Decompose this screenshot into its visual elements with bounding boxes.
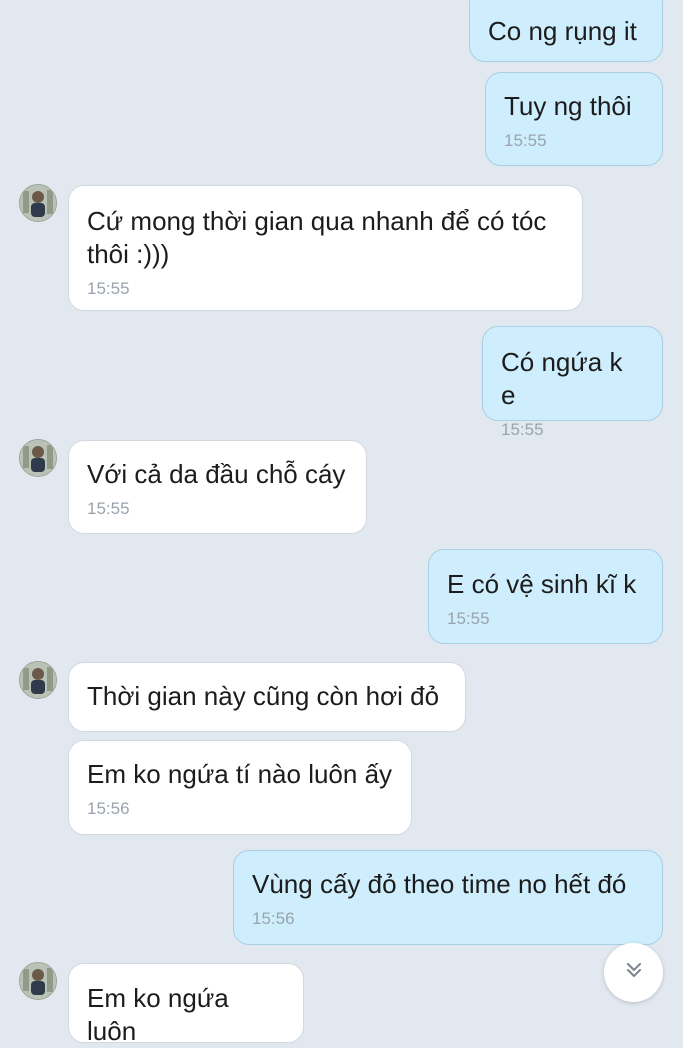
- message-timestamp: 15:56: [252, 909, 295, 928]
- message-text: Co ng rụng it: [488, 16, 637, 46]
- message-text: Em ko ngứa tí nào luôn ấy: [87, 759, 393, 789]
- message-timestamp: 15:56: [87, 799, 130, 818]
- incoming-message[interactable]: Em ko ngứa luôn: [68, 963, 304, 1046]
- message-text: Với cả da đầu chỗ cáy: [87, 459, 346, 489]
- message-timestamp: 15:55: [504, 131, 547, 150]
- message-timestamp: 15:55: [87, 279, 130, 298]
- message-text: Em ko ngứa luôn: [87, 983, 236, 1046]
- incoming-message[interactable]: Thời gian này cũng còn hơi đỏ: [68, 662, 466, 732]
- outgoing-message[interactable]: Co ng rụng it: [469, 0, 663, 62]
- contact-avatar[interactable]: [19, 661, 57, 699]
- contact-avatar[interactable]: [19, 184, 57, 222]
- message-timestamp: 15:55: [87, 499, 130, 518]
- outgoing-message[interactable]: Vùng cấy đỏ theo time no hết đó 15:56: [233, 850, 663, 945]
- message-text: Vùng cấy đỏ theo time no hết đó: [252, 869, 627, 899]
- incoming-message[interactable]: Em ko ngứa tí nào luôn ấy 15:56: [68, 740, 412, 835]
- message-text: Thời gian này cũng còn hơi đỏ: [87, 681, 440, 711]
- message-timestamp: 15:55: [447, 609, 490, 628]
- scroll-to-bottom-button[interactable]: [604, 943, 663, 1002]
- outgoing-message[interactable]: Có ngứa k e 15:55: [482, 326, 663, 439]
- message-timestamp: 15:55: [501, 420, 544, 439]
- incoming-message[interactable]: Cứ mong thời gian qua nhanh để có tóc th…: [68, 185, 583, 311]
- contact-avatar[interactable]: [19, 962, 57, 1000]
- incoming-message[interactable]: Với cả da đầu chỗ cáy 15:55: [68, 440, 367, 534]
- outgoing-message[interactable]: E có vệ sinh kĩ k 15:55: [428, 549, 663, 644]
- message-text: E có vệ sinh kĩ k: [447, 569, 637, 599]
- outgoing-message[interactable]: Tuy ng thôi 15:55: [485, 72, 663, 166]
- chat-message-list[interactable]: Co ng rụng it Tuy ng thôi 15:55 Cứ mong …: [0, 0, 683, 1046]
- message-text: Có ngứa k e: [501, 347, 630, 410]
- double-chevron-down-icon: [623, 959, 645, 986]
- contact-avatar[interactable]: [19, 439, 57, 477]
- message-text: Tuy ng thôi: [504, 91, 632, 121]
- message-text: Cứ mong thời gian qua nhanh để có tóc th…: [87, 206, 547, 269]
